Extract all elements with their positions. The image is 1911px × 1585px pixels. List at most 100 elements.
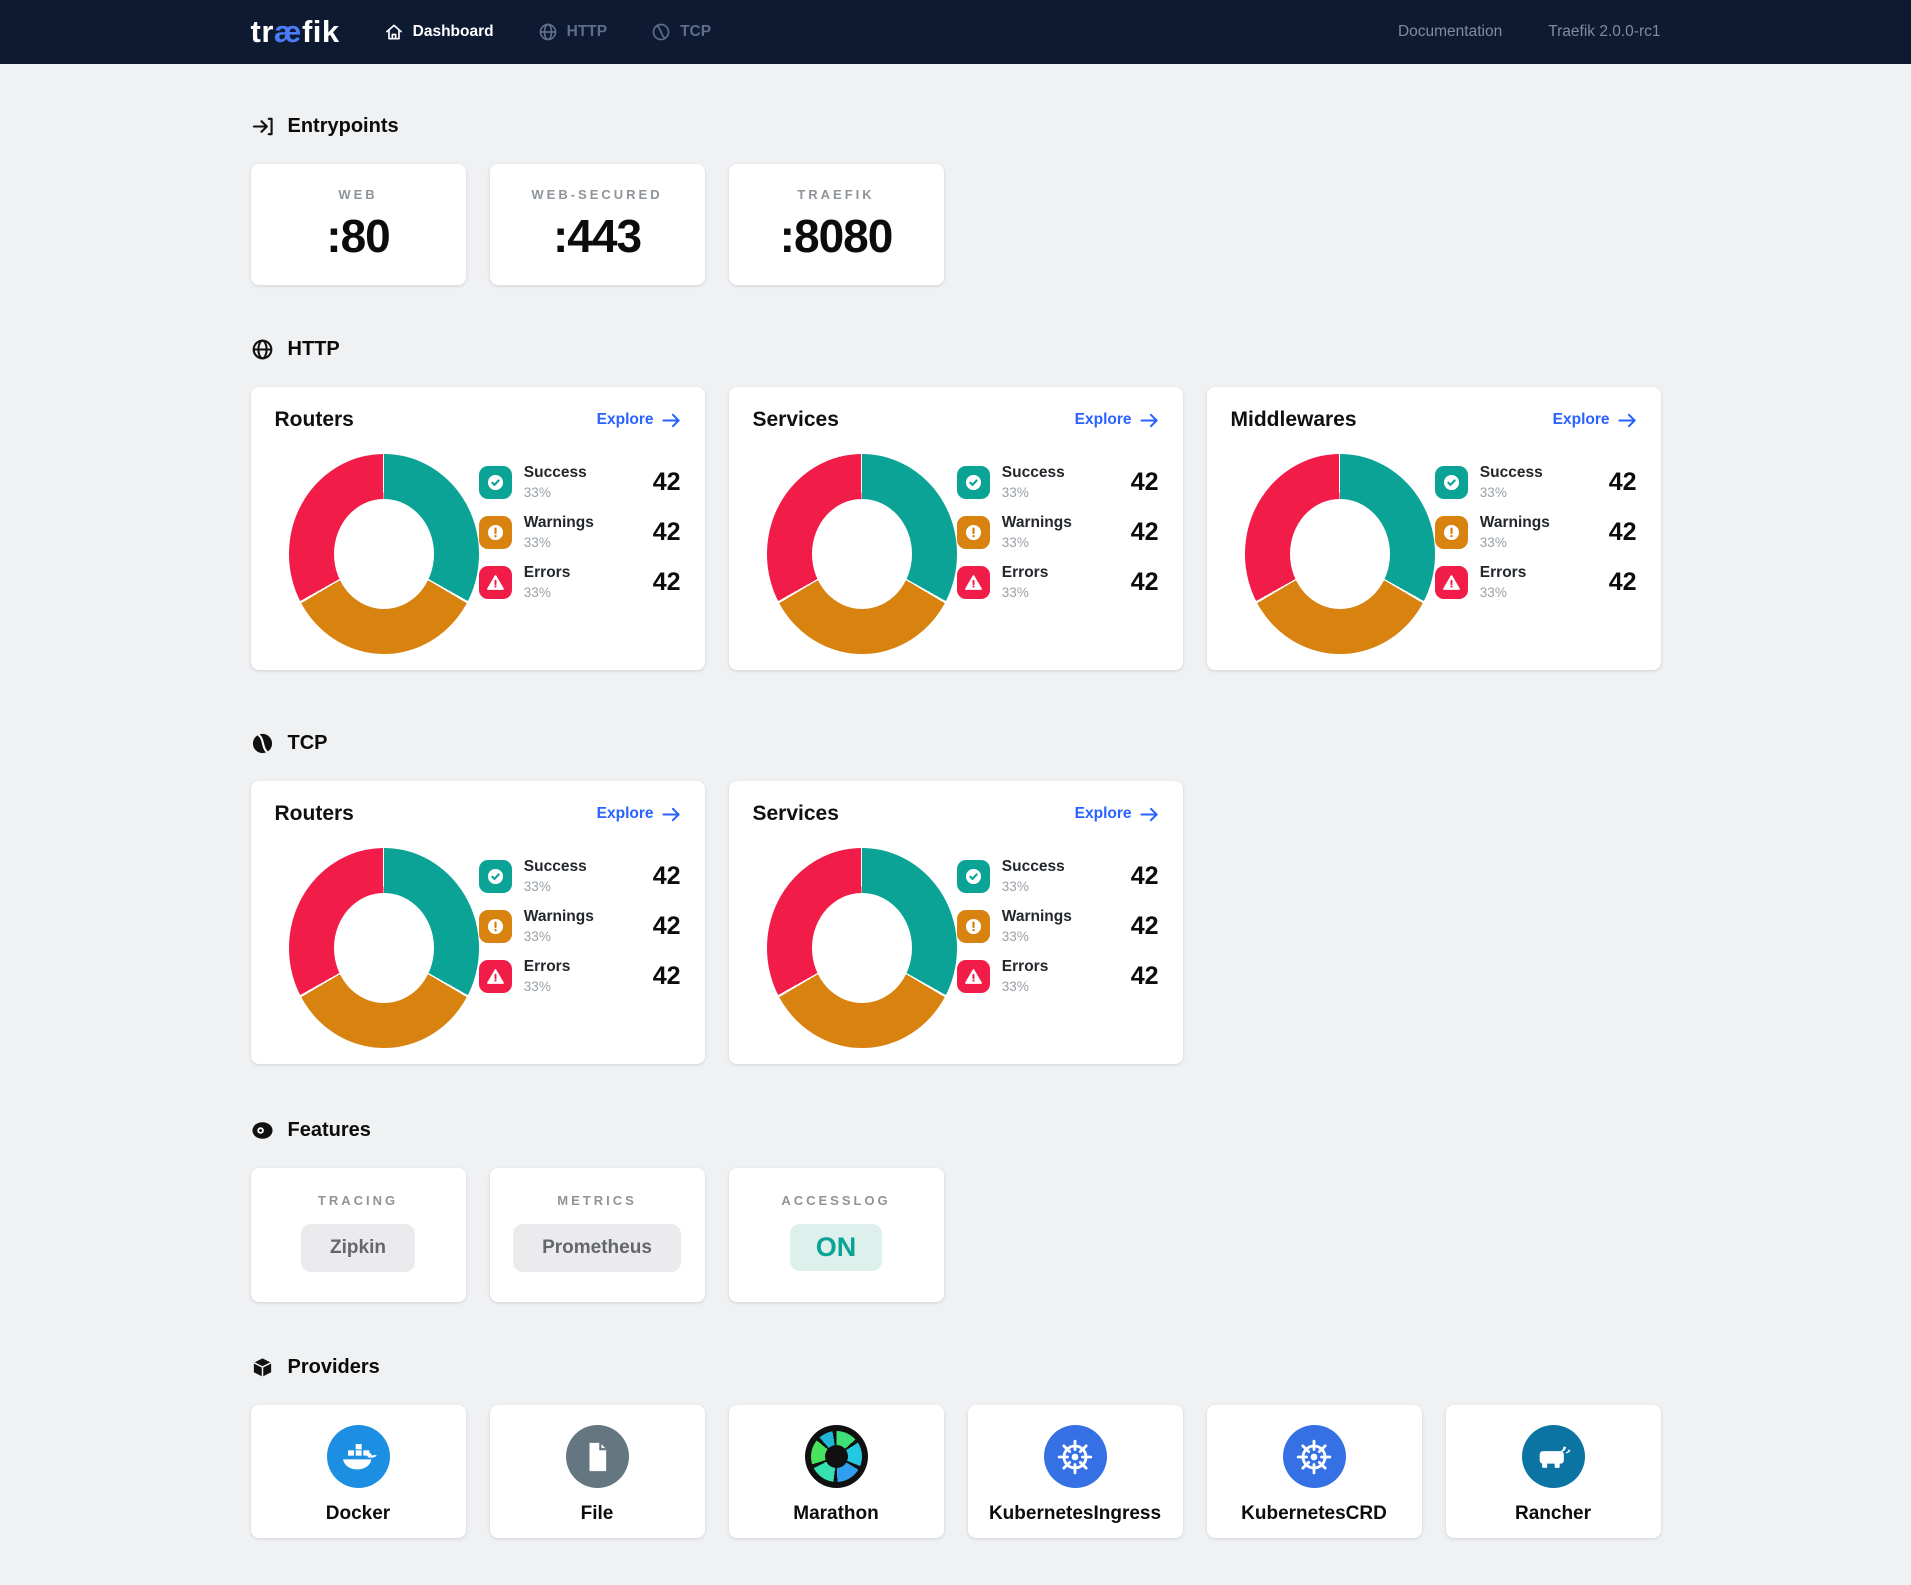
nav-item-tcp[interactable]: TCP [651, 22, 711, 42]
stat-success: Success33% 42 [479, 857, 681, 896]
file-icon [566, 1425, 629, 1488]
success-check-icon [479, 860, 512, 893]
stat-label: Errors [1002, 564, 1049, 581]
feature-value-pill: Zipkin [301, 1224, 415, 1272]
kubernetes-helm-icon [1283, 1425, 1346, 1488]
feature-value-pill: Prometheus [513, 1224, 681, 1272]
feature-label: ACCESSLOG [729, 1193, 944, 1208]
stat-label: Warnings [524, 514, 594, 531]
section-title-features: Features [288, 1119, 371, 1142]
card-title: Routers [275, 802, 354, 826]
stat-value: 42 [653, 912, 681, 941]
stat-label: Warnings [1002, 514, 1072, 531]
tcp-routers-card: Routers Explore Success33% 42 Warn [251, 781, 705, 1064]
arrow-right-icon [1618, 413, 1637, 428]
rancher-bull-icon [1522, 1425, 1585, 1488]
stat-value: 42 [1609, 518, 1637, 547]
success-check-icon [1435, 466, 1468, 499]
status-donut-chart [289, 454, 479, 654]
stat-percent: 33% [1002, 485, 1029, 500]
explore-link[interactable]: Explore [1553, 411, 1637, 429]
stat-percent: 33% [1002, 979, 1029, 994]
stat-errors: Errors33% 42 [479, 957, 681, 996]
stat-label: Success [524, 464, 587, 481]
explore-link[interactable]: Explore [1075, 411, 1159, 429]
http-cards-row: Routers Explore Success33% 42 Warn [251, 387, 1661, 670]
card-title: Middlewares [1231, 408, 1357, 432]
stat-value: 42 [653, 962, 681, 991]
nav-item-label: TCP [680, 23, 711, 41]
arrow-right-icon [1140, 413, 1159, 428]
entrypoint-card-web-secured: WEB-SECURED :443 [490, 164, 705, 285]
traefik-logo[interactable]: træfik [251, 14, 340, 50]
stat-success: Success33% 42 [1435, 463, 1637, 502]
documentation-link[interactable]: Documentation [1398, 23, 1502, 41]
feature-label: TRACING [251, 1193, 466, 1208]
features-row: TRACING Zipkin METRICS Prometheus ACCESS… [251, 1168, 1661, 1302]
logo-text: fik [302, 14, 340, 49]
stat-percent: 33% [524, 485, 551, 500]
error-triangle-icon [1435, 566, 1468, 599]
explore-link[interactable]: Explore [597, 411, 681, 429]
provider-name: Rancher [1515, 1503, 1591, 1525]
stat-errors: Errors33% 42 [479, 563, 681, 602]
explore-label: Explore [1075, 805, 1132, 823]
nav-item-http[interactable]: HTTP [538, 22, 607, 42]
stat-success: Success33% 42 [957, 857, 1159, 896]
success-check-icon [479, 466, 512, 499]
feature-on-pill: ON [790, 1224, 883, 1271]
provider-name: Marathon [793, 1503, 879, 1525]
arrow-right-icon [1140, 807, 1159, 822]
entrypoint-label: WEB [251, 187, 466, 202]
provider-card-kubernetes-ingress: KubernetesIngress [968, 1405, 1183, 1538]
explore-link[interactable]: Explore [1075, 805, 1159, 823]
section-title-entrypoints: Entrypoints [288, 115, 399, 138]
stat-errors: Errors33% 42 [1435, 563, 1637, 602]
entrypoint-port: :80 [251, 209, 466, 263]
explore-link[interactable]: Explore [597, 805, 681, 823]
feature-card-metrics: METRICS Prometheus [490, 1168, 705, 1302]
stat-success: Success33% 42 [957, 463, 1159, 502]
entrypoint-port: :8080 [729, 209, 944, 263]
stat-value: 42 [1131, 862, 1159, 891]
provider-card-file: File [490, 1405, 705, 1538]
provider-name: File [581, 1503, 614, 1525]
tcp-section-header: TCP [251, 732, 1661, 755]
section-title-tcp: TCP [288, 732, 328, 755]
arrow-right-icon [662, 807, 681, 822]
status-donut-chart [767, 454, 957, 654]
entrypoint-card-traefik: TRAEFIK :8080 [729, 164, 944, 285]
success-check-icon [957, 466, 990, 499]
features-section-header: Features [251, 1119, 1661, 1142]
stat-percent: 33% [1480, 535, 1507, 550]
provider-card-docker: Docker [251, 1405, 466, 1538]
provider-card-rancher: Rancher [1446, 1405, 1661, 1538]
stat-success: Success33% 42 [479, 463, 681, 502]
entrypoint-port: :443 [490, 209, 705, 263]
stat-errors: Errors33% 42 [957, 563, 1159, 602]
success-check-icon [957, 860, 990, 893]
explore-label: Explore [597, 805, 654, 823]
error-triangle-icon [479, 960, 512, 993]
entrypoints-row: WEB :80 WEB-SECURED :443 TRAEFIK :8080 [251, 164, 1661, 285]
stat-label: Success [1480, 464, 1543, 481]
docker-icon [327, 1425, 390, 1488]
nav-item-dashboard[interactable]: Dashboard [384, 22, 494, 42]
provider-name: Docker [326, 1503, 390, 1525]
arrow-right-icon [662, 413, 681, 428]
stat-warnings: Warnings33% 42 [1435, 513, 1637, 552]
error-triangle-icon [957, 960, 990, 993]
stat-percent: 33% [524, 585, 551, 600]
marathon-icon [805, 1425, 868, 1488]
stat-label: Errors [524, 958, 571, 975]
stat-percent: 33% [1480, 485, 1507, 500]
warning-circle-icon [1435, 516, 1468, 549]
stat-value: 42 [653, 518, 681, 547]
stat-percent: 33% [1002, 929, 1029, 944]
stat-label: Errors [1002, 958, 1049, 975]
card-title: Services [753, 802, 839, 826]
warning-circle-icon [479, 516, 512, 549]
warning-circle-icon [957, 516, 990, 549]
explore-label: Explore [1075, 411, 1132, 429]
login-arrow-icon [251, 115, 274, 138]
